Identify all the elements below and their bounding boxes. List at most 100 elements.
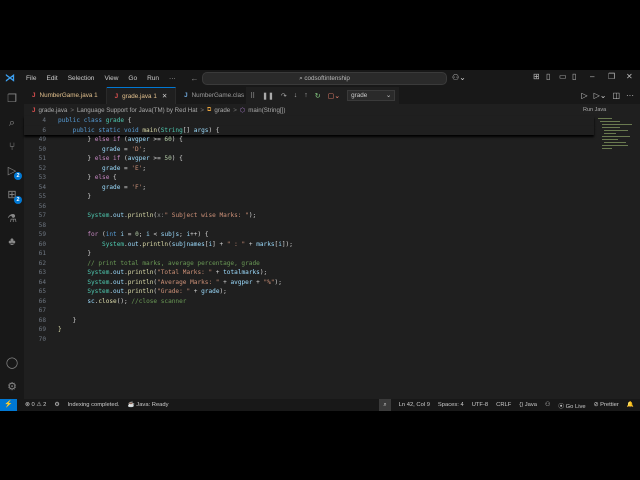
back-arrow-icon[interactable]: ←: [191, 74, 199, 83]
code-token: out: [127, 240, 139, 248]
pause-icon[interactable]: ❚❚: [262, 92, 274, 100]
step-over-icon[interactable]: ↷: [281, 92, 287, 100]
language-mode[interactable]: {} Java: [519, 402, 537, 408]
code-line[interactable]: 54 grade = 'F';: [24, 183, 594, 193]
code-editor[interactable]: 4 public class grade {6 public static voi…: [24, 116, 594, 344]
toggle-secondary-sidebar-icon[interactable]: ▯: [572, 72, 576, 81]
indentation[interactable]: Spaces: 4: [438, 402, 464, 408]
toggle-sidebar-icon[interactable]: ▯: [546, 72, 550, 81]
code-line[interactable]: 57 System.out.println(x:" Subject wise M…: [24, 211, 594, 221]
code-line[interactable]: 64 System.out.println("Average Marks: " …: [24, 278, 594, 288]
run-debug-icon[interactable]: ▷ 2: [5, 164, 22, 180]
code-line[interactable]: 52 grade = 'E';: [24, 164, 594, 174]
code-token: String: [160, 126, 183, 134]
minimize-button[interactable]: –: [590, 72, 594, 81]
menu-more[interactable]: ···: [164, 75, 181, 82]
encoding[interactable]: UTF-8: [472, 402, 488, 408]
breadcrumb-method[interactable]: main(String[]): [248, 107, 285, 114]
code-token: System: [58, 240, 125, 248]
code-token: );: [259, 269, 268, 277]
step-into-icon[interactable]: ↓: [294, 92, 298, 99]
code-token: =: [127, 231, 136, 239]
source-control-icon[interactable]: ⑂: [5, 140, 19, 154]
line-ending[interactable]: CRLF: [496, 402, 511, 408]
tab-numbergame-java[interactable]: J NumberGame.java 1: [24, 87, 107, 104]
copilot-status-icon[interactable]: ⚇: [545, 402, 550, 408]
tab-label: NumberGame.clas: [191, 92, 245, 99]
zoom-icon[interactable]: ⌕: [379, 399, 391, 411]
code-line[interactable]: 56: [24, 202, 594, 212]
code-line[interactable]: 55 }: [24, 192, 594, 202]
code-token: }: [58, 155, 95, 163]
remote-icon[interactable]: ⚡: [0, 399, 17, 411]
customize-layout-icon[interactable]: ⊞: [533, 72, 540, 81]
code-token: out: [113, 278, 125, 286]
extensions-icon[interactable]: ⊞ 2: [5, 188, 22, 204]
python-icon[interactable]: ♣: [5, 235, 19, 249]
line-number: 55: [38, 193, 46, 201]
breadcrumb-language[interactable]: Language Support for Java(TM) by Red Hat: [77, 107, 197, 114]
menu-selection[interactable]: Selection: [63, 75, 100, 82]
explorer-icon[interactable]: ❐: [5, 92, 19, 106]
split-editor-icon[interactable]: ◫: [612, 91, 620, 100]
run-java-icon[interactable]: ▷⌄: [594, 91, 607, 100]
code-line[interactable]: 70: [24, 335, 594, 345]
search-icon[interactable]: ⌕: [5, 116, 19, 130]
minimap[interactable]: [596, 116, 636, 156]
java-status[interactable]: ☕ Java: Ready: [127, 402, 168, 408]
code-line[interactable]: 60 System.out.println(subjnames[i] + " :…: [24, 240, 594, 250]
code-line[interactable]: 51 } else if (avgper >= 50) {: [24, 154, 594, 164]
breadcrumb-class[interactable]: grade: [214, 107, 230, 114]
run-icon[interactable]: ▷: [581, 91, 587, 100]
account-icon[interactable]: ◯: [5, 356, 19, 370]
code-line[interactable]: 63 System.out.println("Total Marks: " + …: [24, 268, 594, 278]
maximize-button[interactable]: ❐: [608, 72, 615, 81]
menu-edit[interactable]: Edit: [41, 75, 62, 82]
settings-gear-icon[interactable]: ⚙: [5, 380, 19, 394]
code-token: grade: [58, 183, 125, 191]
sticky-scroll-line[interactable]: 6 public static void main(String[] args)…: [24, 125, 594, 136]
notifications-icon[interactable]: 🔔: [627, 402, 634, 408]
menu-view[interactable]: View: [99, 75, 123, 82]
close-tab-icon[interactable]: ✕: [162, 93, 167, 100]
code-line[interactable]: 59 for (int i = 0; i < subjs; i++) {: [24, 230, 594, 240]
code-line[interactable]: 65 System.out.println("Grade: " + grade)…: [24, 287, 594, 297]
toggle-panel-icon[interactable]: ▭: [559, 72, 567, 81]
problems-status[interactable]: ⊗ 0 ⚠ 2: [25, 402, 46, 408]
cursor-position[interactable]: Ln 42, Col 9: [399, 402, 430, 408]
code-line[interactable]: 68 }: [24, 316, 594, 326]
go-live[interactable]: ⦿ Go Live: [558, 401, 585, 410]
code-line[interactable]: 53 } else {: [24, 173, 594, 183]
close-window-button[interactable]: ✕: [626, 72, 633, 81]
debug-config-select[interactable]: grade ⌄: [347, 90, 396, 101]
code-line[interactable]: 69}: [24, 325, 594, 335]
sticky-scroll-line[interactable]: 4 public class grade {: [24, 116, 594, 126]
copilot-icon[interactable]: ⚇⌄: [452, 73, 466, 82]
more-actions-icon[interactable]: ···: [626, 91, 634, 100]
code-line[interactable]: 50 grade = 'D';: [24, 145, 594, 155]
line-number: 50: [38, 145, 46, 153]
tab-numbergame-class[interactable]: J NumberGame.clas: [176, 87, 254, 104]
stop-icon[interactable]: ▢⌄: [328, 92, 340, 100]
code-line[interactable]: 61 }: [24, 249, 594, 259]
restart-icon[interactable]: ↻: [315, 92, 321, 100]
menu-file[interactable]: File: [21, 75, 41, 82]
menu-go[interactable]: Go: [123, 75, 142, 82]
code-line[interactable]: 66 sc.close(); //close scanner: [24, 297, 594, 307]
menu-run[interactable]: Run: [142, 75, 164, 82]
code-token: );: [248, 212, 257, 220]
prettier[interactable]: ⊘ Prettier: [594, 402, 619, 408]
command-center-search[interactable]: ⌕ codsoftintenship: [202, 72, 447, 85]
code-line[interactable]: 62 // print total marks, average percent…: [24, 259, 594, 269]
line-number: 70: [38, 335, 46, 343]
testing-icon[interactable]: ⚗: [5, 212, 19, 226]
code-line[interactable]: 58: [24, 221, 594, 231]
code-line[interactable]: 67: [24, 306, 594, 316]
tab-grade-java[interactable]: Jgrade.java 1 ✕: [106, 87, 177, 104]
java-tools-icon[interactable]: ⚙: [54, 402, 59, 408]
drag-handle-icon[interactable]: ⠿: [250, 92, 255, 100]
step-out-icon[interactable]: ↑: [304, 92, 308, 99]
breadcrumb-file[interactable]: grade.java: [38, 107, 67, 114]
line-number: 64: [38, 278, 46, 286]
code-line[interactable]: 49 } else if (avgper >= 60) {: [24, 135, 594, 145]
